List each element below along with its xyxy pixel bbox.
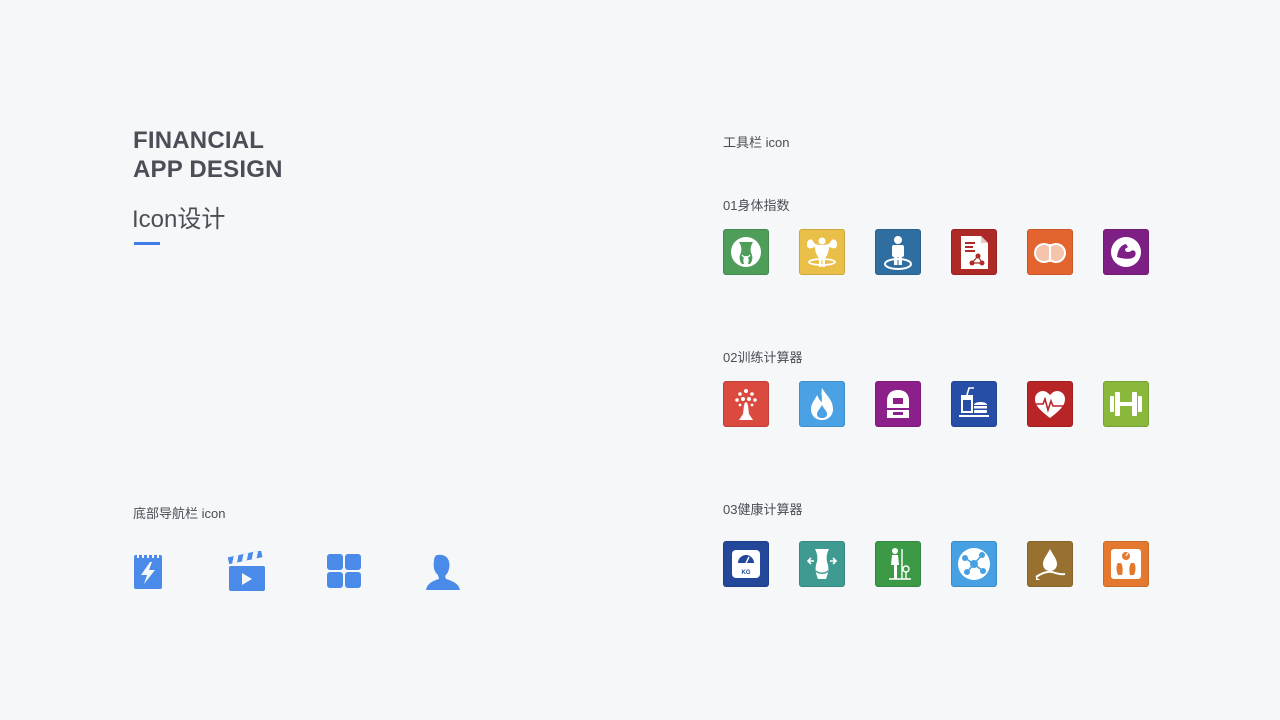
page-title: FINANCIAL APP DESIGN — [133, 126, 283, 184]
report-chart-icon[interactable] — [951, 229, 997, 275]
title-line-2: APP DESIGN — [133, 156, 283, 183]
muscle-man-icon[interactable] — [799, 229, 845, 275]
bicep-flex-icon[interactable] — [1103, 229, 1149, 275]
food-drink-icon[interactable] — [951, 381, 997, 427]
molecule-icon[interactable] — [951, 541, 997, 587]
svg-text:KG: KG — [742, 570, 751, 576]
clapperboard-play-icon[interactable] — [226, 551, 266, 591]
weight-scale-kg-icon[interactable]: KG — [723, 541, 769, 587]
section-03-label: 03健康计算器 — [723, 502, 803, 517]
four-squares-grid-icon[interactable] — [324, 551, 364, 591]
person-standing-icon[interactable] — [875, 229, 921, 275]
title-line-1: FINANCIAL — [133, 127, 265, 154]
machine-icon[interactable] — [875, 381, 921, 427]
page-subtitle: Icon设计 — [132, 206, 226, 233]
section-01-label: 01身体指数 — [723, 198, 790, 213]
accent-underline — [134, 242, 160, 245]
water-drop-icon[interactable] — [1027, 541, 1073, 587]
notepad-lightning-icon[interactable] — [128, 551, 168, 591]
user-bust-icon[interactable] — [423, 551, 463, 591]
heart-rate-icon[interactable] — [1027, 381, 1073, 427]
hips-icon[interactable] — [1027, 229, 1073, 275]
dumbbell-icon[interactable] — [1103, 381, 1149, 427]
height-measure-icon[interactable] — [875, 541, 921, 587]
waist-body-icon[interactable] — [723, 229, 769, 275]
bathroom-scale-icon[interactable] — [1103, 541, 1149, 587]
tree-icon[interactable] — [723, 381, 769, 427]
toolbar-label: 工具栏 icon — [723, 135, 790, 150]
flame-icon[interactable] — [799, 381, 845, 427]
waist-measure-icon[interactable] — [799, 541, 845, 587]
section-02-label: 02训练计算器 — [723, 350, 803, 365]
bottom-nav-label: 底部导航栏 icon — [133, 506, 226, 521]
